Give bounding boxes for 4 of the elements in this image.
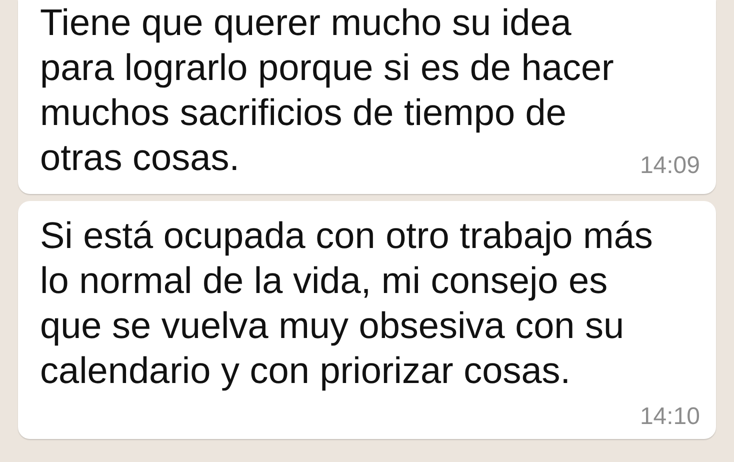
message-text: Tiene que querer mucho su idea para lograrlo porque si es de hacer muchos sacrificios de tiempo de otras cosas. — [40, 1, 614, 180]
message-time: 14:10 — [640, 403, 700, 431]
message-time: 14:09 — [640, 152, 700, 180]
message-text: Si está ocupada con otro trabajo más lo normal de la vida, mi consejo es que se vuelva muy obsesiva con su calendario y con priorizar cosas. — [40, 214, 653, 393]
